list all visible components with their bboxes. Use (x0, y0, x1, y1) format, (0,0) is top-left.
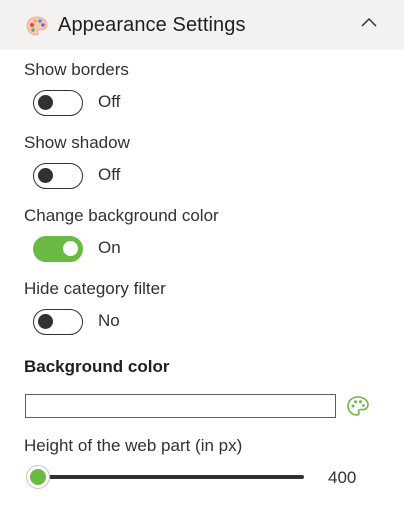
toggle-knob (63, 241, 78, 256)
toggle-knob (38, 95, 53, 110)
hide-category-filter-state: No (98, 311, 120, 330)
change-background-color-row: On (33, 236, 121, 262)
show-shadow-toggle[interactable] (33, 163, 83, 189)
hide-category-filter-label: Hide category filter (24, 279, 166, 298)
height-label: Height of the web part (in px) (24, 436, 243, 455)
show-shadow-row: Off (33, 163, 120, 189)
slider-track (38, 475, 304, 479)
change-background-color-label: Change background color (24, 206, 219, 225)
palette-icon (26, 16, 48, 36)
show-borders-state: Off (98, 92, 121, 111)
show-borders-label: Show borders (24, 60, 129, 79)
show-borders-row: Off (33, 90, 120, 116)
palette-icon[interactable] (346, 395, 370, 417)
page-title: Appearance Settings (58, 14, 246, 36)
background-color-input[interactable] (25, 394, 336, 418)
hide-category-filter-toggle[interactable] (33, 309, 83, 335)
toggle-knob (38, 168, 53, 183)
background-color-heading: Background color (24, 357, 170, 376)
slider-thumb[interactable] (27, 466, 49, 488)
change-background-color-toggle[interactable] (33, 236, 83, 262)
show-shadow-state: Off (98, 165, 121, 184)
height-value: 400 (328, 468, 357, 487)
show-borders-toggle[interactable] (33, 90, 83, 116)
chevron-up-icon[interactable] (360, 15, 378, 29)
panel-header[interactable]: Appearance Settings (0, 0, 404, 50)
show-shadow-label: Show shadow (24, 133, 130, 152)
toggle-knob (38, 314, 53, 329)
height-slider[interactable] (27, 464, 310, 490)
hide-category-filter-row: No (33, 309, 120, 335)
change-background-color-state: On (98, 238, 121, 257)
